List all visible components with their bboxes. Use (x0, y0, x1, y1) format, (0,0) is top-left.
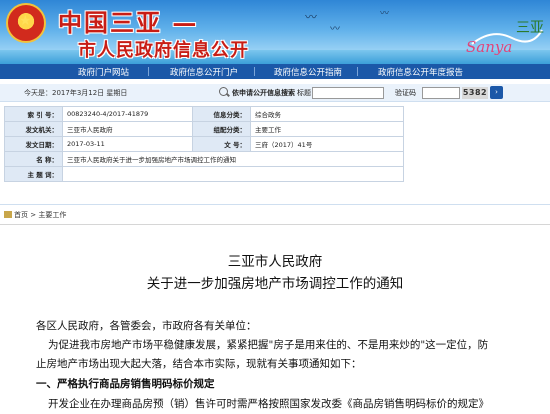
sanya-logo: Sanya 三亚 (466, 20, 544, 56)
issuing-authority-label: 发文机关： (4, 121, 63, 137)
info-row: 发文机关： 三亚市人民政府 组配分类： 主要工作 (4, 121, 404, 137)
search-label: 依申请公开信息搜索 (232, 89, 295, 97)
seagull-icon: 〰 (305, 10, 318, 24)
breadcrumb-separator: > (28, 211, 39, 219)
issue-date-value: 2017-03-11 (62, 136, 193, 152)
title-search-input[interactable] (312, 87, 384, 99)
topic-words-label: 主 题 词： (4, 166, 63, 182)
nav-item-portal[interactable]: 政府门户网站 (78, 66, 129, 78)
svg-text:三亚: 三亚 (516, 20, 544, 36)
current-date: 今天是：2017年3月12日 星期日 (24, 89, 128, 97)
divider (0, 224, 550, 225)
breadcrumb-current[interactable]: 主要工作 (38, 211, 66, 219)
svg-text:Sanya: Sanya (466, 38, 512, 56)
search-bar: 今天是：2017年3月12日 星期日 依申请公开信息搜索 标题 验证码 5382… (0, 84, 550, 102)
topic-words-value (62, 166, 404, 182)
captcha-field-label: 验证码 (395, 89, 416, 97)
breadcrumb: 首页 > 主要工作 (4, 210, 66, 220)
doc-name-label: 名 称： (4, 151, 63, 167)
national-emblem-icon (6, 3, 46, 43)
document-info-table: 索 引 号： 00823240-4/2017-41879 信息分类： 综合政务 … (4, 106, 404, 182)
nav-item-annual-report[interactable]: 政府信息公开年度报告 (378, 66, 463, 78)
info-row: 发文日期： 2017-03-11 文 号： 三府（2017）41号 (4, 136, 404, 152)
doc-section-heading: 一、严格执行商品房销售明码标价规定 (36, 378, 215, 390)
site-title: 中国三亚 — (58, 8, 199, 37)
info-category-label: 信息分类： (192, 106, 251, 122)
title-field-label: 标题 (297, 89, 311, 97)
doc-number-label: 文 号： (192, 136, 251, 152)
doc-paragraph-line: 开发企业在办理商品房预（销）售许可时需严格按照国家发改委《商品房销售明码标价的规… (48, 398, 489, 410)
seagull-icon: 〰 (380, 9, 390, 19)
site-banner: 中国三亚 — 市人民政府信息公开 〰 〰 〰 Sanya 三亚 (0, 0, 550, 64)
issue-date-label: 发文日期： (4, 136, 63, 152)
nav-divider (357, 67, 358, 76)
main-nav: 政府门户网站 政府信息公开门户 政府信息公开指南 政府信息公开年度报告 (0, 64, 550, 79)
breadcrumb-home[interactable]: 首页 (14, 211, 28, 219)
captcha-input[interactable] (422, 87, 460, 99)
search-icon (219, 87, 228, 96)
site-subtitle: 市人民政府信息公开 (78, 40, 249, 61)
index-number-value: 00823240-4/2017-41879 (62, 106, 193, 122)
info-row: 索 引 号： 00823240-4/2017-41879 信息分类： 综合政务 (4, 106, 404, 122)
index-number-label: 索 引 号： (4, 106, 63, 122)
doc-title-issuer: 三亚市人民政府 (227, 254, 323, 270)
doc-number-value: 三府（2017）41号 (250, 136, 404, 152)
doc-title-subject: 关于进一步加强房地产市场调控工作的通知 (146, 276, 404, 292)
captcha-image[interactable]: 5382 (462, 87, 488, 99)
nav-divider (254, 67, 255, 76)
seagull-icon: 〰 (330, 24, 340, 35)
group-category-value: 主要工作 (250, 121, 404, 137)
doc-salutation: 各区人民政府，各管委会，市政府各有关单位： (36, 320, 257, 332)
doc-paragraph-line: 止房地产市场出现大起大落，结合本市实际，现就有关事项通知如下： (36, 358, 362, 370)
info-row: 名 称： 三亚市人民政府关于进一步加强房地产市场调控工作的通知 (4, 151, 404, 167)
nav-divider (148, 67, 149, 76)
divider (0, 204, 550, 205)
doc-name-value: 三亚市人民政府关于进一步加强房地产市场调控工作的通知 (62, 151, 404, 167)
info-row: 主 题 词： (4, 166, 404, 182)
doc-paragraph-line: 为促进我市房地产市场平稳健康发展，紧紧把握"房子是用来住的、不是用来炒的"这一定… (48, 339, 489, 351)
search-submit-button[interactable]: › (490, 86, 503, 99)
nav-item-disclosure-portal[interactable]: 政府信息公开门户 (170, 66, 238, 78)
home-icon (4, 211, 12, 218)
issuing-authority-value: 三亚市人民政府 (62, 121, 193, 137)
info-category-value: 综合政务 (250, 106, 404, 122)
group-category-label: 组配分类： (192, 121, 251, 137)
nav-item-disclosure-guide[interactable]: 政府信息公开指南 (274, 66, 342, 78)
